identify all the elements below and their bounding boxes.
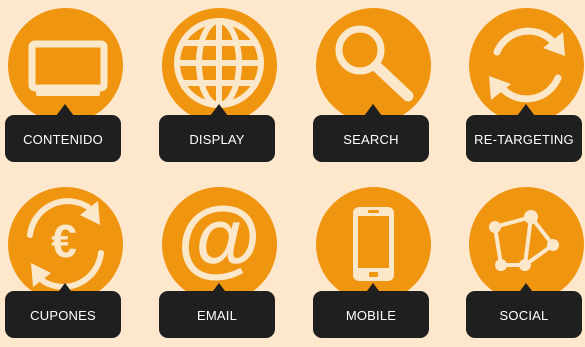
svg-text:€: € (51, 215, 77, 267)
tile-contenido[interactable]: CONTENIDO (5, 8, 125, 168)
tile-label: CONTENIDO (5, 115, 121, 162)
tile-label: SEARCH (313, 115, 429, 162)
tile-display[interactable]: DISPLAY (159, 8, 279, 168)
svg-text:@: @ (177, 190, 261, 286)
tile-mobile[interactable]: MOBILE (313, 187, 433, 347)
tile-retargeting[interactable]: RE-TARGETING (466, 8, 585, 168)
tile-label: CUPONES (5, 291, 121, 338)
tile-label: EMAIL (159, 291, 275, 338)
tile-cupones[interactable]: € CUPONES (5, 187, 125, 347)
tile-social[interactable]: SOCIAL (466, 187, 585, 347)
tile-label: MOBILE (313, 291, 429, 338)
tile-label: RE-TARGETING (466, 115, 582, 162)
tile-email[interactable]: @ EMAIL (159, 187, 279, 347)
tile-label: SOCIAL (466, 291, 582, 338)
tile-label: DISPLAY (159, 115, 275, 162)
tile-search[interactable]: SEARCH (313, 8, 433, 168)
